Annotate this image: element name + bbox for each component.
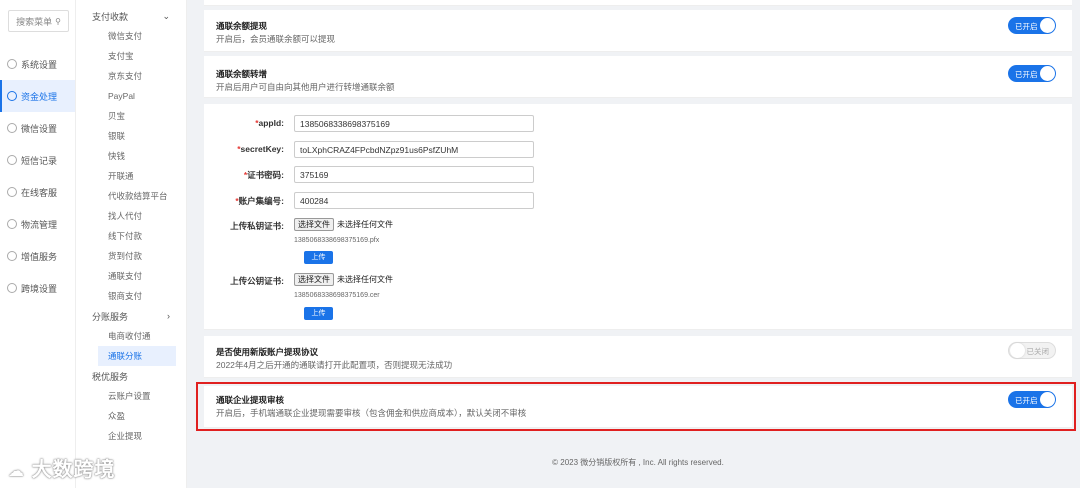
service-icon [7, 187, 17, 197]
funds-icon [7, 91, 17, 101]
submenu-item[interactable]: 开联通 [76, 166, 186, 186]
upload-public-button[interactable]: 上传 [304, 307, 333, 320]
submenu-item[interactable]: 众盈 [76, 406, 186, 426]
row-balance-withdraw: 通联余额提现 开启后，会员通联余额可以提现 已开启 [204, 10, 1072, 52]
secondary-sidebar: 支付收款 ⌄ 微信支付 支付宝 京东支付 PayPal 贝宝 银联 快钱 开联通 … [76, 0, 187, 488]
globe-icon [7, 283, 17, 293]
chevron-down-icon: ⌄ [162, 10, 170, 21]
submenu-item[interactable]: 企业提现 [76, 426, 186, 446]
toggle-new-protocol[interactable]: 已关闭 [1008, 342, 1056, 359]
row-desc: 开启后用户可自由向其他用户进行转增通联余额 [216, 82, 395, 92]
row-balance-transfer: 通联余额转增 开启后用户可自由向其他用户进行转增通联余额 已开启 [204, 56, 1072, 98]
submenu-item[interactable]: 找人代付 [76, 206, 186, 226]
menu-search[interactable]: 搜索菜单 ⚲ [8, 10, 69, 32]
toggle-knob [1040, 66, 1055, 81]
sidebar-item-funds[interactable]: 资金处理 [0, 80, 75, 112]
main-content: 通联余额提现 开启后，会员通联余额可以提现 已开启 通联余额转增 开启后用户可自… [196, 0, 1080, 488]
submenu-item[interactable]: 货到付款 [76, 246, 186, 266]
wechat-icon [7, 123, 17, 133]
watermark-logo: ☁ 大数跨境 [8, 459, 116, 481]
submenu-item[interactable]: PayPal [76, 86, 186, 106]
cloud-logo-icon: ☁ [8, 463, 25, 480]
row-title: 是否使用新版账户提现协议 [216, 347, 319, 357]
row-new-protocol: 是否使用新版账户提现协议 2022年4月之后开通的通联请打开此配置项，否则提现无… [204, 336, 1072, 378]
submenu-item[interactable]: 代收款结算平台 [76, 186, 186, 206]
sidebar-item-system[interactable]: 系统设置 [0, 48, 75, 80]
submenu-item[interactable]: 线下付款 [76, 226, 186, 246]
public-cert-label: 上传公钥证书: [230, 276, 284, 286]
account-set-input[interactable]: 400284 [294, 192, 534, 209]
sidebar-item-sms[interactable]: 短信记录 [0, 144, 75, 176]
row-desc: 2022年4月之后开通的通联请打开此配置项，否则提现无法成功 [216, 360, 453, 370]
row-desc: 开启后，会员通联余额可以提现 [216, 34, 336, 44]
sms-icon [7, 155, 17, 165]
logistics-icon [7, 219, 17, 229]
submenu-item-active[interactable]: 通联分账 [98, 346, 176, 366]
choose-file-button[interactable]: 选择文件 [294, 218, 334, 231]
sidebar-item-value[interactable]: 增值服务 [0, 240, 75, 272]
submenu-group-payment[interactable]: 支付收款 ⌄ [76, 6, 186, 26]
secretkey-label: *secretKey: [237, 144, 284, 154]
submenu-group-split[interactable]: 分账服务 › [76, 306, 186, 326]
sidebar-item-service[interactable]: 在线客服 [0, 176, 75, 208]
toggle-knob [1010, 343, 1025, 358]
cert-password-label: *证书密码: [243, 170, 284, 180]
submenu-item[interactable]: 贝宝 [76, 106, 186, 126]
top-card-edge [204, 0, 1072, 6]
row-title: 通联余额提现 [216, 21, 268, 31]
private-cert-filename: 1385068338698375169.pfx [294, 237, 380, 244]
gear-icon [7, 59, 17, 69]
toggle-balance-transfer[interactable]: 已开启 [1008, 65, 1056, 82]
private-cert-file[interactable]: 选择文件 未选择任何文件 [294, 218, 393, 231]
chevron-right-icon: › [167, 311, 170, 321]
sidebar-item-crossborder[interactable]: 跨境设置 [0, 272, 75, 304]
submenu-item[interactable]: 支付宝 [76, 46, 186, 66]
appid-label: *appId: [255, 118, 284, 128]
appid-input[interactable]: 1385068338698375169 [294, 115, 534, 132]
cert-password-input[interactable]: 375169 [294, 166, 534, 183]
submenu-item[interactable]: 银商支付 [76, 286, 186, 306]
submenu-item[interactable]: 电商收付通 [76, 326, 186, 346]
config-form: *appId: 1385068338698375169 *secretKey: … [204, 104, 1072, 330]
account-set-label: *账户集编号: [235, 196, 284, 206]
submenu-item[interactable]: 快钱 [76, 146, 186, 166]
submenu-item[interactable]: 京东支付 [76, 66, 186, 86]
sidebar-item-logistics[interactable]: 物流管理 [0, 208, 75, 240]
private-cert-label: 上传私钥证书: [230, 221, 284, 231]
choose-file-button[interactable]: 选择文件 [294, 273, 334, 286]
upload-private-button[interactable]: 上传 [304, 251, 333, 264]
menu-search-label: 搜索菜单 [16, 16, 53, 27]
public-cert-filename: 1385068338698375169.cer [294, 292, 380, 299]
submenu-item[interactable]: 通联支付 [76, 266, 186, 286]
highlight-box [196, 382, 1076, 431]
submenu-item[interactable]: 微信支付 [76, 26, 186, 46]
secretkey-input[interactable]: toLXphCRAZ4FPcbdNZpz91us6PsfZUhM [294, 141, 534, 158]
public-cert-file[interactable]: 选择文件 未选择任何文件 [294, 273, 393, 286]
submenu-item[interactable]: 银联 [76, 126, 186, 146]
footer: © 2023 微分销版权所有 , Inc. All rights reserve… [552, 458, 724, 467]
toggle-balance-withdraw[interactable]: 已开启 [1008, 17, 1056, 34]
row-title: 通联余额转增 [216, 69, 268, 79]
toggle-knob [1040, 18, 1055, 33]
submenu-group-tax[interactable]: 税优服务 [76, 366, 186, 386]
primary-sidebar: 搜索菜单 ⚲ 系统设置 资金处理 微信设置 短信记录 在线客服 物流管理 增值服… [0, 0, 76, 488]
search-icon: ⚲ [55, 16, 61, 26]
sidebar-item-wechat[interactable]: 微信设置 [0, 112, 75, 144]
value-icon [7, 251, 17, 261]
submenu-item[interactable]: 云账户设置 [76, 386, 186, 406]
